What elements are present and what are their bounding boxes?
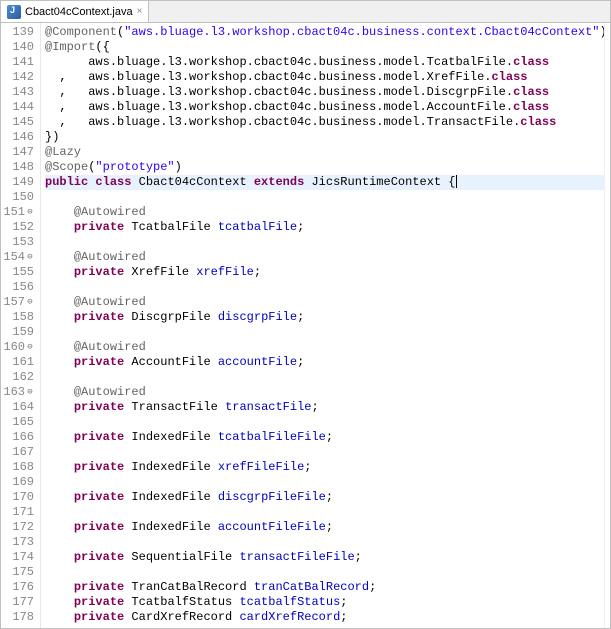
line-number-gutter: 139140141142143144145146147148149150151⊖…	[1, 23, 41, 628]
line-number: 162	[3, 370, 34, 385]
code-line	[45, 370, 604, 385]
code-line	[45, 445, 604, 460]
code-line	[45, 190, 604, 205]
code-line: @Autowired	[45, 205, 604, 220]
code-line: @Autowired	[45, 340, 604, 355]
line-number: 143	[3, 85, 34, 100]
code-line: @Autowired	[45, 250, 604, 265]
fold-icon[interactable]: ⊖	[26, 205, 34, 220]
code-line: , aws.bluage.l3.workshop.cbact04c.busine…	[45, 85, 604, 100]
tab-title: Cbact04cContext.java	[25, 6, 133, 18]
line-number: 153	[3, 235, 34, 250]
code-area[interactable]: @Component("aws.bluage.l3.workshop.cbact…	[41, 23, 604, 628]
code-line: private IndexedFile xrefFileFile;	[45, 460, 604, 475]
code-line	[45, 565, 604, 580]
code-line: @Autowired	[45, 295, 604, 310]
line-number: 177	[3, 595, 34, 610]
code-line: private XrefFile xrefFile;	[45, 265, 604, 280]
line-number: 165	[3, 415, 34, 430]
line-number: 156	[3, 280, 34, 295]
fold-icon[interactable]: ⊖	[26, 250, 34, 265]
line-number: 172	[3, 520, 34, 535]
code-line: @Component("aws.bluage.l3.workshop.cbact…	[45, 25, 604, 40]
editor: 139140141142143144145146147148149150151⊖…	[1, 23, 610, 628]
code-line	[45, 235, 604, 250]
line-number: 151⊖	[3, 205, 34, 220]
code-line	[45, 475, 604, 490]
fold-icon[interactable]: ⊖	[26, 295, 34, 310]
code-line: public class Cbact04cContext extends Jic…	[45, 175, 604, 190]
line-number: 168	[3, 460, 34, 475]
code-line: @Lazy	[45, 145, 604, 160]
code-line: , aws.bluage.l3.workshop.cbact04c.busine…	[45, 100, 604, 115]
line-number: 145	[3, 115, 34, 130]
line-number: 173	[3, 535, 34, 550]
code-line: , aws.bluage.l3.workshop.cbact04c.busine…	[45, 70, 604, 85]
line-number: 167	[3, 445, 34, 460]
code-line: private DiscgrpFile discgrpFile;	[45, 310, 604, 325]
line-number: 160⊖	[3, 340, 34, 355]
code-line: @Autowired	[45, 385, 604, 400]
line-number: 178	[3, 610, 34, 625]
line-number: 158	[3, 310, 34, 325]
line-number: 149	[3, 175, 34, 190]
code-line	[45, 535, 604, 550]
line-number: 170	[3, 490, 34, 505]
code-line: private IndexedFile tcatbalFileFile;	[45, 430, 604, 445]
tab-active[interactable]: Cbact04cContext.java ×	[1, 1, 149, 22]
code-line: })	[45, 130, 604, 145]
line-number: 159	[3, 325, 34, 340]
code-line: private TcatbalFile tcatbalFile;	[45, 220, 604, 235]
code-line: private TcatbalfStatus tcatbalfStatus;	[45, 595, 604, 610]
code-line	[45, 505, 604, 520]
java-file-icon	[7, 5, 21, 19]
code-line: private IndexedFile accountFileFile;	[45, 520, 604, 535]
code-line: private CardXrefRecord cardXrefRecord;	[45, 610, 604, 625]
close-icon[interactable]: ×	[137, 6, 143, 17]
code-line: private SequentialFile transactFileFile;	[45, 550, 604, 565]
code-line: , aws.bluage.l3.workshop.cbact04c.busine…	[45, 115, 604, 130]
code-line	[45, 280, 604, 295]
tab-bar: Cbact04cContext.java ×	[1, 1, 610, 23]
code-line: @Scope("prototype")	[45, 160, 604, 175]
line-number: 140	[3, 40, 34, 55]
line-number: 169	[3, 475, 34, 490]
line-number: 152	[3, 220, 34, 235]
line-number: 139	[3, 25, 34, 40]
line-number: 161	[3, 355, 34, 370]
fold-icon[interactable]: ⊖	[26, 385, 34, 400]
line-number: 142	[3, 70, 34, 85]
line-number: 154⊖	[3, 250, 34, 265]
line-number: 174	[3, 550, 34, 565]
line-number: 163⊖	[3, 385, 34, 400]
code-line	[45, 415, 604, 430]
code-line: @Import({	[45, 40, 604, 55]
line-number: 144	[3, 100, 34, 115]
line-number: 148	[3, 160, 34, 175]
code-line	[45, 325, 604, 340]
line-number: 176	[3, 580, 34, 595]
code-line: private TransactFile transactFile;	[45, 400, 604, 415]
overview-ruler	[604, 23, 610, 628]
line-number: 164	[3, 400, 34, 415]
line-number: 157⊖	[3, 295, 34, 310]
line-number: 166	[3, 430, 34, 445]
line-number: 171	[3, 505, 34, 520]
line-number: 147	[3, 145, 34, 160]
code-line: private IndexedFile discgrpFileFile;	[45, 490, 604, 505]
line-number: 150	[3, 190, 34, 205]
line-number: 141	[3, 55, 34, 70]
line-number: 155	[3, 265, 34, 280]
code-line: private AccountFile accountFile;	[45, 355, 604, 370]
code-line: aws.bluage.l3.workshop.cbact04c.business…	[45, 55, 604, 70]
line-number: 146	[3, 130, 34, 145]
line-number: 175	[3, 565, 34, 580]
fold-icon[interactable]: ⊖	[26, 340, 34, 355]
code-line: private TranCatBalRecord tranCatBalRecor…	[45, 580, 604, 595]
